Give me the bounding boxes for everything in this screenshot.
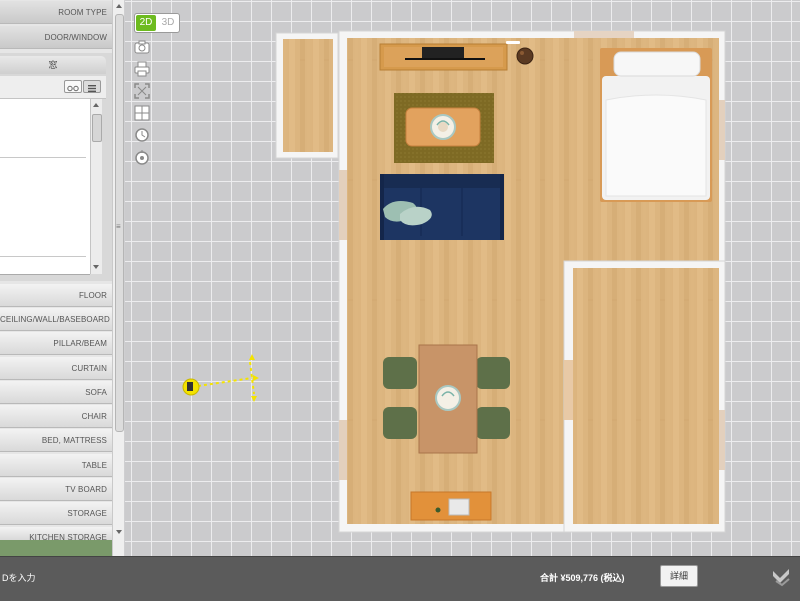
detail-button[interactable]: 詳細 [660, 565, 698, 587]
storage-room[interactable] [563, 260, 726, 533]
total-price: 合計 ¥509,776 (税込) [540, 573, 625, 583]
view-2d-button[interactable]: 2D [136, 15, 156, 31]
view-mode-toggle: 2D 3D [134, 13, 180, 33]
floor-plan[interactable] [0, 0, 800, 556]
door-opening[interactable] [564, 360, 573, 420]
print-icon[interactable] [133, 60, 151, 78]
id-input-hint[interactable]: Dを入力 [2, 571, 36, 584]
fit-screen-icon[interactable] [133, 82, 151, 100]
balcony[interactable] [275, 32, 339, 159]
viewpoint-marker[interactable] [182, 354, 259, 402]
remote[interactable] [506, 41, 520, 44]
grid-icon[interactable] [133, 104, 151, 122]
footer-bar: Dを入力 合計 ¥509,776 (税込) 詳細 [0, 556, 800, 601]
bed[interactable] [600, 48, 712, 202]
reset-view-icon[interactable] [133, 148, 151, 166]
window[interactable] [719, 410, 725, 470]
window[interactable] [574, 31, 634, 38]
sofa[interactable] [380, 174, 504, 240]
window[interactable] [719, 100, 725, 160]
view-3d-button[interactable]: 3D [158, 15, 178, 31]
window[interactable] [339, 420, 347, 480]
brand-logo-icon [770, 565, 792, 592]
camera-icon[interactable] [133, 38, 151, 56]
window[interactable] [339, 170, 347, 240]
low-cabinet[interactable] [410, 491, 492, 521]
rug-with-coffee-table[interactable] [394, 93, 494, 163]
rotate-icon[interactable] [133, 126, 151, 144]
